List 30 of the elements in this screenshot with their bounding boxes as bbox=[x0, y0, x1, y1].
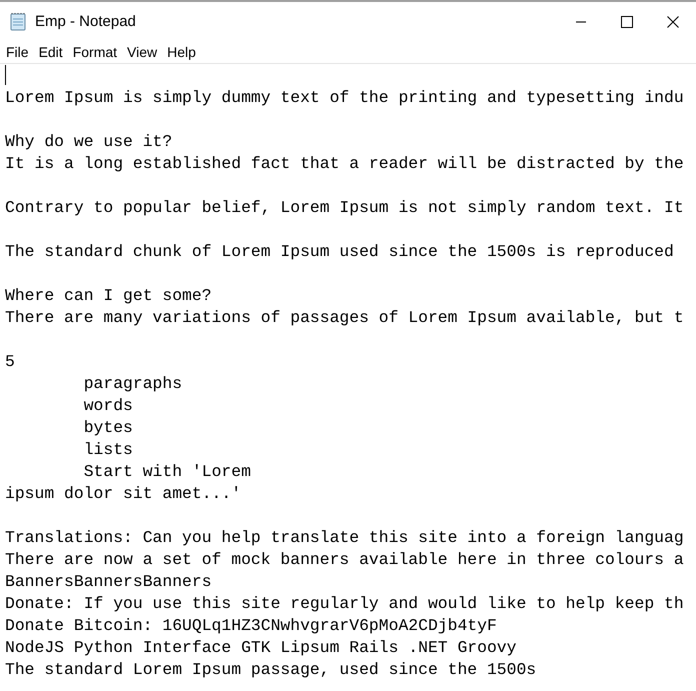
text-line: There are now a set of mock banners available here in three colours a bbox=[5, 549, 684, 571]
text-line: NodeJS Python Interface GTK Lipsum Rails .NET Groovy bbox=[5, 637, 516, 659]
text-line: lists bbox=[82, 439, 133, 461]
menu-item[interactable]: Edit bbox=[34, 42, 68, 63]
text-line: The standard Lorem Ipsum passage, used since the 1500s bbox=[5, 659, 536, 681]
text-line: Donate: If you use this site regularly and would like to help keep th bbox=[5, 593, 684, 615]
notepad-icon bbox=[8, 12, 28, 32]
text-line: paragraphs bbox=[82, 373, 182, 395]
text-line: BannersBannersBanners bbox=[5, 571, 212, 593]
text-line: Translations: Can you help translate this site into a foreign languag bbox=[5, 527, 684, 549]
text-line: Why do we use it? bbox=[5, 131, 172, 153]
text-line: Contrary to popular belief, Lorem Ipsum is not simply random text. It bbox=[5, 197, 684, 219]
text-line: Donate Bitcoin: 16UQLq1HZ3CNwhvgrarV6pMoA2CDjb4tyF bbox=[5, 615, 497, 637]
text-line: Lorem Ipsum is simply dummy text of the printing and typesetting indu bbox=[5, 87, 684, 109]
text-line: There are many variations of passages of Lorem Ipsum available, but t bbox=[5, 307, 684, 329]
maximize-icon bbox=[621, 16, 633, 28]
text-line: bytes bbox=[82, 417, 133, 439]
text-line: Start with 'Lorem bbox=[82, 461, 251, 483]
text-line: It is a long established fact that a reader will be distracted by the bbox=[5, 153, 684, 175]
menu-item[interactable]: Help bbox=[162, 42, 201, 63]
menu-item[interactable]: Format bbox=[68, 42, 122, 63]
text-line: Where can I get some? bbox=[5, 285, 212, 307]
text-line: words bbox=[82, 395, 133, 417]
text-line: 5 bbox=[5, 351, 15, 373]
close-icon bbox=[667, 16, 679, 28]
menu-item[interactable]: View bbox=[122, 42, 162, 63]
menu-item[interactable]: File bbox=[1, 42, 34, 63]
text-line: ipsum dolor sit amet...' bbox=[5, 483, 242, 505]
window-title: Emp - Notepad bbox=[35, 12, 136, 32]
text-line: The standard chunk of Lorem Ipsum used since the 1500s is reproduced bbox=[5, 241, 674, 263]
